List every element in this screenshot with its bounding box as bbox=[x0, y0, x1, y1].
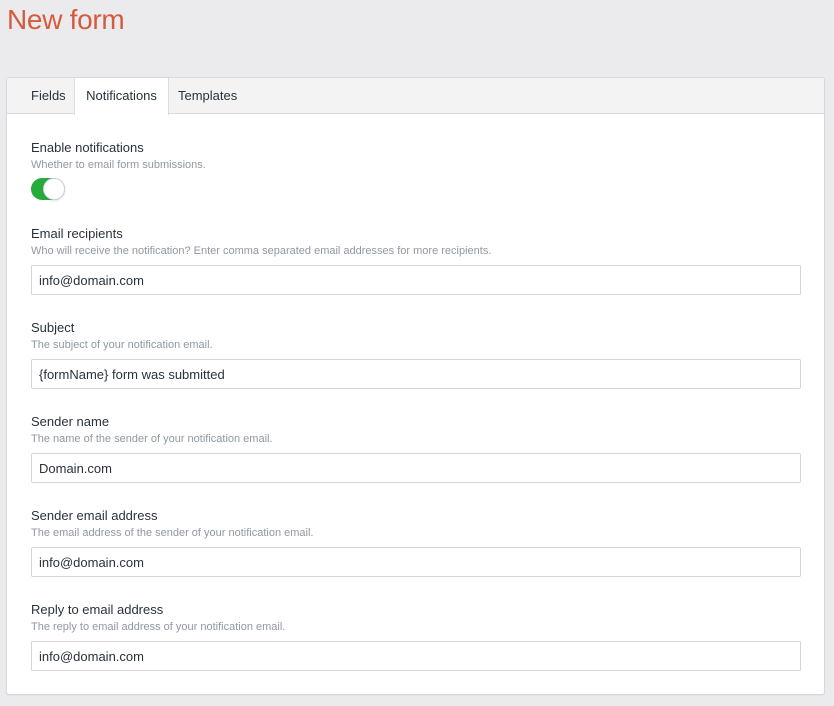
form-settings-panel: Fields Notifications Templates Enable no… bbox=[6, 77, 825, 695]
sender-email-input[interactable] bbox=[31, 547, 801, 577]
email-recipients-label: Email recipients bbox=[31, 226, 123, 241]
subject-input[interactable] bbox=[31, 359, 801, 389]
sender-email-field: Sender email address The email address o… bbox=[31, 508, 801, 577]
sender-email-label: Sender email address bbox=[31, 508, 158, 523]
email-recipients-help: Who will receive the notification? Enter… bbox=[31, 245, 492, 257]
page-title: New form bbox=[7, 4, 125, 35]
subject-label: Subject bbox=[31, 320, 75, 335]
enable-notifications-label: Enable notifications bbox=[31, 140, 144, 155]
tab-notifications[interactable]: Notifications bbox=[74, 78, 169, 115]
tab-fields[interactable]: Fields bbox=[31, 78, 66, 114]
reply-to-label: Reply to email address bbox=[31, 602, 164, 617]
enable-notifications-field: Enable notifications Whether to email fo… bbox=[31, 140, 801, 200]
toggle-knob bbox=[43, 178, 65, 200]
email-recipients-field: Email recipients Who will receive the no… bbox=[31, 226, 801, 295]
sender-name-input[interactable] bbox=[31, 453, 801, 483]
reply-to-field: Reply to email address The reply to emai… bbox=[31, 602, 801, 671]
sender-name-field: Sender name The name of the sender of yo… bbox=[31, 414, 801, 483]
enable-notifications-help: Whether to email form submissions. bbox=[31, 159, 206, 171]
subject-field: Subject The subject of your notification… bbox=[31, 320, 801, 389]
sender-email-help: The email address of the sender of your … bbox=[31, 527, 314, 539]
reply-to-help: The reply to email address of your notif… bbox=[31, 621, 286, 633]
subject-help: The subject of your notification email. bbox=[31, 339, 213, 351]
tab-bar: Fields Notifications Templates bbox=[7, 78, 824, 115]
sender-name-label: Sender name bbox=[31, 414, 110, 429]
reply-to-input[interactable] bbox=[31, 641, 801, 671]
tab-templates[interactable]: Templates bbox=[178, 78, 237, 114]
email-recipients-input[interactable] bbox=[31, 265, 801, 295]
sender-name-help: The name of the sender of your notificat… bbox=[31, 433, 273, 445]
enable-notifications-toggle[interactable] bbox=[31, 178, 65, 200]
